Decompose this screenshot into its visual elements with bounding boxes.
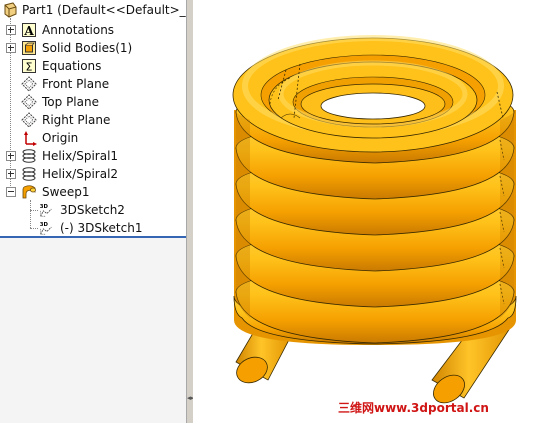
part-label: Part1 (Default<<Default>_ bbox=[22, 3, 186, 17]
helix-icon bbox=[22, 149, 36, 163]
tree-item-right-plane[interactable]: Right Plane bbox=[0, 111, 186, 129]
tree-item-front-plane[interactable]: Front Plane bbox=[0, 75, 186, 93]
plane-icon bbox=[21, 76, 37, 92]
tree-item-sweep1[interactable]: Sweep1 bbox=[0, 183, 186, 201]
expand-toggle[interactable] bbox=[6, 25, 16, 35]
3d-sketch-icon: 3D bbox=[40, 204, 52, 217]
tree-item-label: Front Plane bbox=[42, 77, 110, 91]
tree-item-label: Helix/Spiral2 bbox=[42, 167, 119, 181]
expand-toggle[interactable] bbox=[6, 151, 16, 161]
graphics-viewport[interactable] bbox=[193, 0, 554, 423]
tree-item-helix-spiral1[interactable]: Helix/Spiral1 bbox=[0, 147, 186, 165]
expand-toggle[interactable] bbox=[6, 169, 16, 179]
watermark: 三维网www.3dportal.cn bbox=[338, 401, 489, 415]
collapse-toggle[interactable] bbox=[6, 187, 16, 197]
part-icon bbox=[4, 2, 17, 18]
tree-item-equations[interactable]: Σ Equations bbox=[0, 57, 186, 75]
tree-item-label: Annotations bbox=[42, 23, 115, 37]
annotations-glyph: A bbox=[23, 24, 34, 38]
tree-empty-area bbox=[0, 238, 186, 423]
plane-icon bbox=[21, 94, 37, 110]
tree-item-top-plane[interactable]: Top Plane bbox=[0, 93, 186, 111]
equations-icon: Σ bbox=[22, 59, 36, 74]
coil-model[interactable] bbox=[193, 0, 554, 423]
expand-toggle[interactable] bbox=[6, 43, 16, 53]
tree-item-annotations[interactable]: A Annotations bbox=[0, 21, 186, 39]
tree-item-solid-bodies[interactable]: Solid Bodies(1) bbox=[0, 39, 186, 57]
equations-glyph: Σ bbox=[26, 61, 33, 74]
sweep-icon bbox=[22, 185, 36, 199]
plane-icon bbox=[21, 112, 37, 128]
tree-item-label: Helix/Spiral1 bbox=[42, 149, 119, 163]
solid-bodies-icon bbox=[22, 41, 36, 55]
tree-item-label: Origin bbox=[42, 131, 79, 145]
coil-inner-spiral[interactable] bbox=[268, 60, 478, 139]
origin-icon bbox=[24, 131, 37, 146]
tree-root-part[interactable]: Part1 (Default<<Default>_ bbox=[0, 1, 186, 19]
3d-glyph: 3D bbox=[40, 204, 49, 210]
tree-item-label: Top Plane bbox=[42, 95, 99, 109]
tree-item-label: Sweep1 bbox=[42, 185, 90, 199]
annotations-icon: A bbox=[22, 23, 36, 38]
tree-item-3dsketch1[interactable]: 3D (-) 3DSketch1 bbox=[0, 219, 186, 237]
tree-item-label: Solid Bodies(1) bbox=[42, 41, 133, 55]
feature-manager-tree: Part1 (Default<<Default>_ A Annotations … bbox=[0, 0, 186, 423]
tree-item-origin[interactable]: Origin bbox=[0, 129, 186, 147]
3d-sketch-icon: 3D bbox=[40, 222, 52, 235]
tree-item-3dsketch2[interactable]: 3D 3DSketch2 bbox=[0, 201, 186, 219]
tree-item-label: Right Plane bbox=[42, 113, 111, 127]
tree-item-helix-spiral2[interactable]: Helix/Spiral2 bbox=[0, 165, 186, 183]
tree-item-label: 3DSketch2 bbox=[60, 203, 125, 217]
helix-icon bbox=[22, 167, 36, 181]
panel-splitter[interactable]: ◂▸ bbox=[186, 0, 194, 423]
tree-item-label: (-) 3DSketch1 bbox=[60, 221, 143, 235]
3d-glyph: 3D bbox=[40, 222, 49, 228]
tree-item-label: Equations bbox=[42, 59, 102, 73]
